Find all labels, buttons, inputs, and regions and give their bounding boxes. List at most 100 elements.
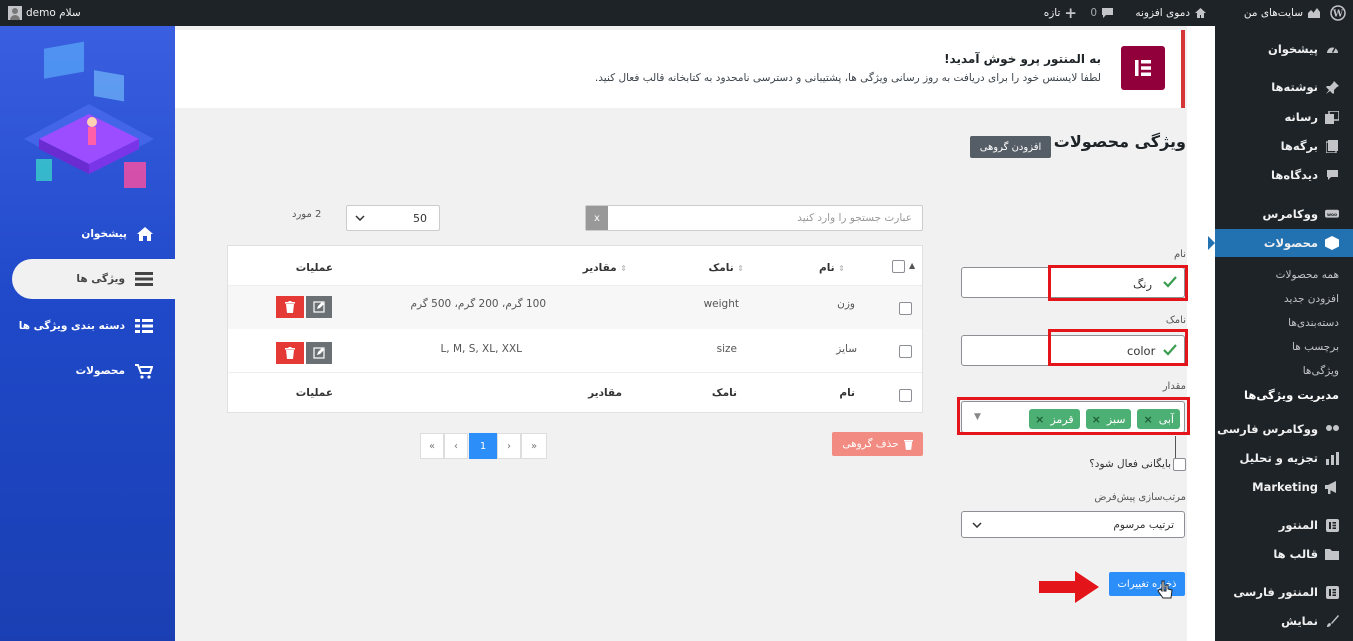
menu-woo-farsi[interactable]: ووکامرس فارسی bbox=[1215, 415, 1353, 443]
panel-nav-label: محصولات bbox=[75, 365, 125, 377]
menu-label: ووکامرس bbox=[1262, 207, 1318, 221]
notice-body: لطفا لایسنس خود را برای دریافت به روز رس… bbox=[594, 72, 1101, 84]
menu-dashboard[interactable]: پیشخوان bbox=[1215, 35, 1353, 63]
column-header-name[interactable]: نام ⇕ bbox=[819, 262, 845, 274]
save-button[interactable]: ذخیره تغییرات bbox=[1109, 572, 1185, 596]
tag-chip: قرمز × bbox=[1029, 409, 1080, 429]
menu-marketing[interactable]: Marketing bbox=[1215, 473, 1353, 501]
submenu-manage-attributes[interactable]: مدیریت ویژگی‌ها bbox=[1215, 383, 1353, 407]
menu-products[interactable]: محصولات bbox=[1215, 229, 1353, 257]
menu-posts[interactable]: نوشته‌ها bbox=[1215, 73, 1353, 101]
menu-label: ووکامرس فارسی bbox=[1217, 422, 1318, 436]
pin-icon bbox=[1325, 80, 1339, 94]
tag-remove-icon[interactable]: × bbox=[1092, 413, 1101, 426]
site-name-menu[interactable]: دموی افزونه bbox=[1135, 0, 1207, 26]
attributes-table: ▲ نام ⇕ نامک ⇕ مقادیر ⇕ عملیات وزن weigh… bbox=[227, 245, 923, 413]
elementor-icon bbox=[1325, 585, 1339, 599]
menu-pages[interactable]: برگه‌ها bbox=[1215, 132, 1353, 160]
pagination-next[interactable]: › bbox=[497, 433, 521, 459]
column-header-ops: عملیات bbox=[295, 262, 333, 274]
menu-label: نوشته‌ها bbox=[1271, 80, 1318, 94]
edit-button[interactable] bbox=[306, 296, 332, 318]
edit-button[interactable] bbox=[306, 342, 332, 364]
menu-appearance[interactable]: نمایش bbox=[1215, 607, 1353, 635]
panel-nav-dashboard[interactable]: پیشخوان bbox=[0, 214, 175, 254]
menu-woocommerce[interactable]: woo ووکامرس bbox=[1215, 200, 1353, 228]
bar-chart-icon bbox=[1325, 451, 1339, 465]
panel-nav-label: دسته بندی ویژگی ها bbox=[18, 320, 125, 332]
tag-remove-icon[interactable]: × bbox=[1035, 413, 1044, 426]
menu-elementor-farsi[interactable]: المنتور فارسی bbox=[1215, 578, 1353, 606]
menu-templates[interactable]: قالب ها bbox=[1215, 540, 1353, 568]
sort-select[interactable]: ترتیب مرسوم bbox=[961, 511, 1185, 538]
menu-label: قالب ها bbox=[1273, 547, 1318, 561]
panel-nav-products[interactable]: محصولات bbox=[0, 351, 175, 391]
name-label: نام bbox=[1173, 249, 1186, 260]
folder-icon bbox=[1325, 547, 1339, 561]
check-icon bbox=[1163, 344, 1177, 356]
menu-label: رسانه bbox=[1284, 110, 1318, 124]
delete-button[interactable] bbox=[276, 296, 304, 318]
comments-menu[interactable]: 0 bbox=[1090, 0, 1114, 26]
menu-media[interactable]: رسانه bbox=[1215, 103, 1353, 131]
box-icon bbox=[1325, 236, 1339, 250]
add-group-button[interactable]: افزودن گروهی bbox=[970, 136, 1051, 158]
wordpress-logo-icon[interactable]: W bbox=[1329, 0, 1347, 26]
tag-remove-icon[interactable]: × bbox=[1143, 413, 1152, 426]
list-icon bbox=[135, 272, 153, 286]
header-label: نامک bbox=[708, 262, 734, 274]
submenu-categories[interactable]: دسته‌بندی‌ها bbox=[1215, 311, 1353, 335]
svg-text:woo: woo bbox=[1327, 212, 1337, 217]
home-icon bbox=[137, 227, 153, 241]
per-page-value: 50 bbox=[413, 211, 427, 225]
chevron-down-icon[interactable]: ▼ bbox=[974, 412, 981, 422]
column-header-slug[interactable]: نامک ⇕ bbox=[709, 262, 745, 274]
search-clear-button[interactable]: x bbox=[586, 206, 608, 230]
delete-button[interactable] bbox=[276, 342, 304, 364]
submenu-all-products[interactable]: همه محصولات bbox=[1215, 263, 1353, 287]
isometric-illustration bbox=[14, 34, 164, 214]
select-all-checkbox[interactable] bbox=[892, 260, 905, 273]
bulk-delete-button[interactable]: حذف گروهی bbox=[832, 432, 923, 456]
pagination-last[interactable]: » bbox=[521, 433, 547, 459]
account-menu[interactable]: سلام demo bbox=[8, 0, 81, 26]
name-value: رنگ bbox=[1133, 277, 1153, 291]
menu-comments[interactable]: دیدگاه‌ها bbox=[1215, 161, 1353, 189]
row-checkbox[interactable] bbox=[899, 345, 912, 358]
my-sites-label: سایت‌های من bbox=[1243, 7, 1303, 19]
pagination-prev[interactable]: ‹ bbox=[444, 433, 468, 459]
search-input[interactable]: x عبارت جستجو را وارد کنید bbox=[585, 205, 923, 231]
row-values: 100 گرم، 200 گرم، 500 گرم bbox=[410, 298, 547, 310]
per-page-select[interactable]: 50 bbox=[346, 205, 440, 231]
sort-icon[interactable]: ▲ bbox=[909, 261, 915, 270]
elementor-logo-icon bbox=[1121, 46, 1165, 90]
slug-label: نامک bbox=[1165, 315, 1186, 326]
plugin-sidebar: پیشخوان ویژگی ها دسته بندی ویژگی ها محصو… bbox=[0, 26, 175, 641]
divider bbox=[1175, 436, 1176, 458]
pagination-current[interactable]: 1 bbox=[469, 433, 497, 459]
menu-label: المنتور bbox=[1278, 518, 1318, 532]
submenu-add-new[interactable]: افزودن جدید bbox=[1215, 287, 1353, 311]
row-name: وزن bbox=[837, 298, 855, 310]
elementor-icon bbox=[1325, 518, 1339, 532]
row-slug: weight bbox=[703, 298, 739, 310]
footer-name: نام bbox=[839, 387, 855, 399]
submenu-attributes[interactable]: ویژگی‌ها bbox=[1215, 359, 1353, 383]
column-header-values[interactable]: مقادیر ⇕ bbox=[583, 262, 627, 274]
panel-nav-attributes[interactable]: ویژگی ها bbox=[12, 259, 175, 299]
panel-nav-label: ویژگی ها bbox=[76, 273, 125, 285]
row-name: سایز bbox=[836, 343, 857, 355]
submenu-tags[interactable]: برچسب ها bbox=[1215, 335, 1353, 359]
pagination-first[interactable]: « bbox=[420, 433, 444, 459]
row-checkbox[interactable] bbox=[899, 302, 912, 315]
new-content-menu[interactable]: + تازه bbox=[1044, 0, 1077, 26]
select-all-checkbox[interactable] bbox=[899, 389, 912, 402]
item-count: 2 مورد bbox=[292, 209, 322, 220]
archive-checkbox[interactable] bbox=[1173, 458, 1186, 471]
menu-elementor[interactable]: المنتور bbox=[1215, 511, 1353, 539]
site-name-label: دموی افزونه bbox=[1135, 7, 1190, 19]
menu-analytics[interactable]: تجزیه و تحلیل bbox=[1215, 444, 1353, 472]
my-sites-menu[interactable]: سایت‌های من bbox=[1244, 0, 1321, 26]
panel-nav-attr-groups[interactable]: دسته بندی ویژگی ها bbox=[0, 306, 175, 346]
search-placeholder: عبارت جستجو را وارد کنید bbox=[797, 212, 912, 224]
